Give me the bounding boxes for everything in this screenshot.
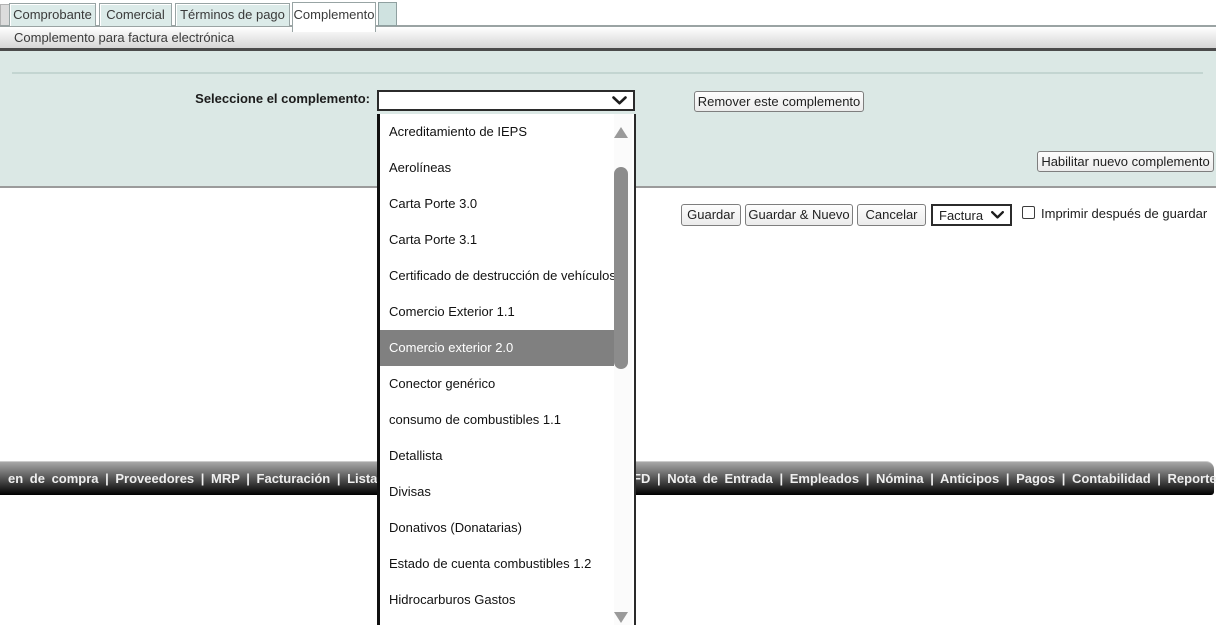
tab-label: Comercial (106, 7, 165, 22)
bottom-nav-right-items[interactable]: FD | Nota de Entrada | Empleados | Nómin… (633, 471, 1216, 486)
scroll-up-icon[interactable] (614, 127, 628, 138)
remove-complement-button[interactable]: Remover este complemento (694, 91, 864, 112)
chevron-down-icon (612, 96, 627, 105)
dropdown-options: Acreditamiento de IEPSAerolíneasCarta Po… (380, 114, 634, 618)
document-type-value: Factura (939, 208, 983, 223)
tab-complemento[interactable]: Complemento (292, 2, 376, 32)
dropdown-option[interactable]: Certificado de destrucción de vehículos (380, 258, 634, 294)
complement-select-label: Seleccione el complemento: (150, 91, 370, 106)
chevron-down-icon (991, 211, 1004, 219)
dropdown-option[interactable]: Carta Porte 3.1 (380, 222, 634, 258)
dropdown-option[interactable]: Acreditamiento de IEPS (380, 114, 634, 150)
print-after-save-checkbox[interactable] (1022, 206, 1035, 219)
dropdown-option[interactable]: Detallista (380, 438, 634, 474)
complement-select[interactable] (377, 90, 635, 111)
save-button[interactable]: Guardar (681, 204, 741, 226)
tab-terminos-de-pago[interactable]: Términos de pago (175, 3, 290, 26)
dropdown-option[interactable]: Comercio Exterior 1.1 (380, 294, 634, 330)
tab-next-partial[interactable] (378, 2, 397, 26)
complement-dropdown-list: Acreditamiento de IEPSAerolíneasCarta Po… (377, 114, 636, 625)
tab-strip-left-edge (0, 4, 9, 26)
dropdown-option[interactable]: Estado de cuenta combustibles 1.2 (380, 546, 634, 582)
dropdown-option[interactable]: Aerolíneas (380, 150, 634, 186)
panel-divider (12, 72, 1203, 74)
tab-label: Complemento (294, 7, 375, 22)
dropdown-option[interactable]: Divisas (380, 474, 634, 510)
tab-comercial[interactable]: Comercial (99, 3, 172, 26)
dropdown-option[interactable]: Comercio exterior 2.0 (380, 330, 617, 366)
dropdown-option[interactable]: Hidrocarburos Gastos (380, 582, 634, 618)
enable-new-complement-button[interactable]: Habilitar nuevo complemento (1037, 151, 1214, 172)
tab-label: Comprobante (13, 7, 92, 22)
dropdown-option[interactable]: consumo de combustibles 1.1 (380, 402, 634, 438)
subtitle-bar: Complemento para factura electrónica (0, 27, 1216, 48)
document-type-select[interactable]: Factura (931, 204, 1012, 226)
page-title: Complemento para factura electrónica (14, 30, 234, 45)
dropdown-option[interactable]: Donativos (Donatarias) (380, 510, 634, 546)
tab-strip: Comprobante Comercial Términos de pago C… (0, 0, 1216, 27)
cancel-button[interactable]: Cancelar (857, 204, 926, 226)
dropdown-option[interactable]: Conector genérico (380, 366, 634, 402)
scroll-down-icon[interactable] (614, 612, 628, 623)
print-after-save-label: Imprimir después de guardar (1041, 206, 1207, 221)
scrollbar-thumb[interactable] (614, 167, 628, 369)
app-window: Comprobante Comercial Términos de pago C… (0, 0, 1216, 625)
tab-label: Términos de pago (180, 7, 285, 22)
tab-comprobante[interactable]: Comprobante (9, 3, 96, 26)
save-and-new-button[interactable]: Guardar & Nuevo (745, 204, 853, 226)
dropdown-option[interactable]: Carta Porte 3.0 (380, 186, 634, 222)
dropdown-scrollbar[interactable] (614, 114, 632, 625)
